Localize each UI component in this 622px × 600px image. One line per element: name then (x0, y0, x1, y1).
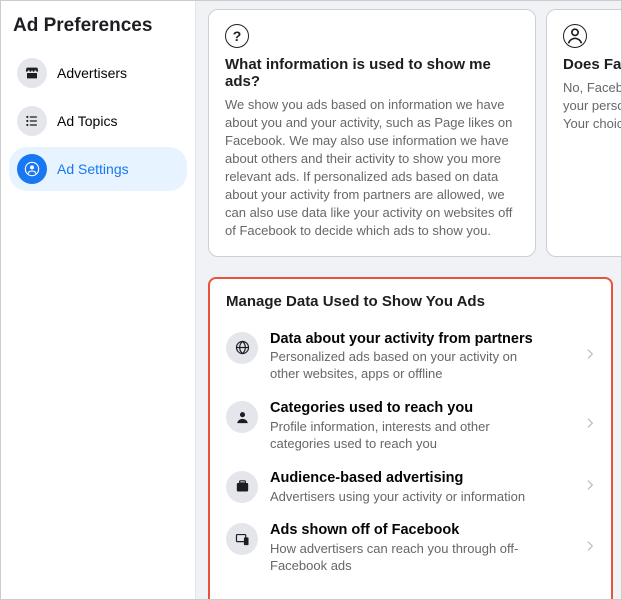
chevron-right-icon (583, 478, 597, 497)
storefront-icon (17, 58, 47, 88)
person-solid-icon (226, 401, 258, 433)
manage-data-section: Manage Data Used to Show You Ads Data ab… (208, 277, 613, 600)
main-content: ? What information is used to show me ad… (196, 1, 621, 599)
page-title: Ad Preferences (13, 15, 183, 37)
avatar-shield-icon (17, 154, 47, 184)
card-body: We show you ads based on information we … (225, 96, 519, 240)
sidebar-item-ad-topics[interactable]: Ad Topics (9, 99, 187, 143)
option-desc: Personalized ads based on your activity … (270, 349, 545, 383)
info-cards-row: ? What information is used to show me ad… (208, 9, 621, 257)
option-desc: Profile information, interests and other… (270, 419, 545, 453)
option-title: Categories used to reach you (270, 399, 545, 418)
option-desc: How advertisers can reach you through of… (270, 541, 545, 575)
card-title: What information is used to show me ads? (225, 56, 519, 90)
chevron-right-icon (583, 347, 597, 366)
option-ads-off-facebook[interactable]: Ads shown off of Facebook How advertiser… (224, 513, 599, 583)
sidebar-item-label: Advertisers (57, 65, 127, 81)
briefcase-icon (226, 471, 258, 503)
chevron-right-icon (583, 416, 597, 435)
person-icon (563, 24, 587, 48)
option-audience-advertising[interactable]: Audience-based advertising Advertisers u… (224, 461, 599, 514)
option-activity-from-partners[interactable]: Data about your activity from partners P… (224, 322, 599, 392)
option-categories[interactable]: Categories used to reach you Profile inf… (224, 391, 599, 461)
option-title: Audience-based advertising (270, 469, 545, 488)
sidebar-item-ad-settings[interactable]: Ad Settings (9, 147, 187, 191)
chevron-right-icon (583, 539, 597, 558)
info-card-what-data[interactable]: ? What information is used to show me ad… (208, 9, 536, 257)
option-desc: Advertisers using your activity or infor… (270, 489, 545, 506)
sidebar: Ad Preferences Advertisers Ad Topics Ad … (1, 1, 196, 599)
question-icon: ? (225, 24, 249, 48)
globe-icon (226, 332, 258, 364)
sidebar-item-label: Ad Topics (57, 113, 117, 129)
option-title: Ads shown off of Facebook (270, 521, 545, 540)
sidebar-item-advertisers[interactable]: Advertisers (9, 51, 187, 95)
info-card-secondary[interactable]: Does Fa No, Facebook doesn't sell your p… (546, 9, 621, 257)
option-title: Data about your activity from partners (270, 330, 545, 349)
devices-icon (226, 523, 258, 555)
manage-data-title: Manage Data Used to Show You Ads (226, 293, 599, 310)
sidebar-item-label: Ad Settings (57, 161, 129, 177)
card-body: No, Facebook doesn't sell your personal … (563, 79, 621, 133)
list-icon (17, 106, 47, 136)
card-title: Does Fa (563, 56, 621, 73)
